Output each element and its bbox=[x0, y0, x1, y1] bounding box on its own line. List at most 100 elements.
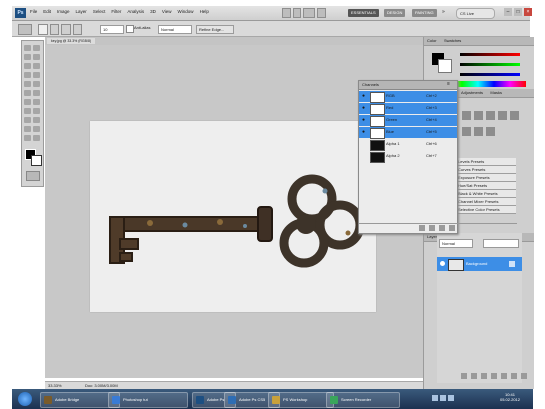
intersect-selection-icon[interactable] bbox=[72, 24, 82, 35]
tab-swatches[interactable]: Swatches bbox=[441, 38, 464, 43]
new-layer-icon[interactable] bbox=[511, 373, 517, 379]
blue-slider[interactable] bbox=[460, 73, 520, 76]
taskbar-item-browser[interactable]: Photoshop tut bbox=[108, 392, 188, 408]
visibility-eye-icon[interactable] bbox=[440, 261, 445, 266]
color-balance-icon[interactable] bbox=[474, 126, 483, 136]
channel-row-green[interactable]: ● Green Ctrl+4 bbox=[359, 115, 457, 127]
3d-rotate-tool-icon[interactable] bbox=[24, 126, 31, 132]
preset-item[interactable]: Curves Presets bbox=[456, 166, 516, 174]
load-selection-icon[interactable] bbox=[419, 225, 425, 231]
menu-filter[interactable]: Filter bbox=[111, 9, 121, 14]
visibility-eye-icon[interactable]: ● bbox=[362, 130, 367, 135]
preset-item[interactable]: Hue/Sat Presets bbox=[456, 182, 516, 190]
tab-masks[interactable]: Masks bbox=[487, 90, 505, 95]
channel-row-alpha-2[interactable]: Alpha 2 Ctrl+7 bbox=[359, 151, 457, 163]
channel-row-alpha-1[interactable]: Alpha 1 Ctrl+6 bbox=[359, 139, 457, 151]
new-channel-icon[interactable] bbox=[439, 225, 445, 231]
menu-layer[interactable]: Layer bbox=[76, 9, 87, 14]
path-selection-tool-icon[interactable] bbox=[24, 117, 31, 123]
mini-bridge-icon[interactable] bbox=[292, 8, 302, 18]
link-layers-icon[interactable] bbox=[461, 373, 467, 379]
brightness-contrast-icon[interactable] bbox=[462, 111, 471, 120]
trash-icon[interactable] bbox=[521, 373, 527, 379]
workspace-essentials-button[interactable]: ESSENTIALS bbox=[348, 9, 379, 17]
zoom-readout[interactable]: 33.33% bbox=[48, 383, 62, 388]
lasso-tool-icon[interactable] bbox=[24, 54, 31, 60]
preset-item[interactable]: Black & White Presets bbox=[456, 190, 516, 198]
history-brush-tool-icon[interactable] bbox=[33, 81, 40, 87]
menu-view[interactable]: View bbox=[162, 9, 172, 14]
visibility-eye-icon[interactable]: ● bbox=[362, 106, 367, 111]
zoom-tool-icon[interactable] bbox=[33, 135, 40, 141]
minimize-icon[interactable]: – bbox=[504, 8, 512, 16]
menu-image[interactable]: Image bbox=[57, 9, 70, 14]
new-group-icon[interactable] bbox=[501, 373, 507, 379]
quick-mask-icon[interactable] bbox=[26, 171, 40, 181]
blend-mode-select[interactable]: Normal bbox=[439, 239, 473, 248]
workspace-painting-button[interactable]: PAINTING bbox=[412, 9, 437, 17]
style-select[interactable]: Normal bbox=[158, 25, 192, 34]
black-white-icon[interactable] bbox=[486, 126, 495, 136]
subtract-selection-icon[interactable] bbox=[61, 24, 71, 35]
save-selection-icon[interactable] bbox=[429, 225, 435, 231]
dodge-tool-icon[interactable] bbox=[33, 99, 40, 105]
hand-tool-icon[interactable] bbox=[24, 135, 31, 141]
menu-3d[interactable]: 3D bbox=[150, 9, 156, 14]
menu-analysis[interactable]: Analysis bbox=[127, 9, 144, 14]
marquee-tool-icon[interactable] bbox=[33, 45, 40, 51]
channels-panel-header[interactable]: Channels ≡ bbox=[359, 81, 457, 90]
tab-color[interactable]: Color bbox=[424, 38, 440, 43]
maximize-icon[interactable]: □ bbox=[514, 8, 522, 16]
quick-selection-tool-icon[interactable] bbox=[33, 54, 40, 60]
layer-row-background[interactable]: Background bbox=[437, 257, 522, 271]
crop-tool-icon[interactable] bbox=[24, 63, 31, 69]
arrange-documents-icon[interactable] bbox=[317, 8, 327, 18]
workspace-more-icon[interactable]: » bbox=[442, 9, 448, 16]
channel-row-rgb[interactable]: ● RGB Ctrl+2 bbox=[359, 91, 457, 103]
channel-row-red[interactable]: ● Red Ctrl+3 bbox=[359, 103, 457, 115]
move-tool-icon[interactable] bbox=[24, 45, 31, 51]
clone-stamp-tool-icon[interactable] bbox=[24, 81, 31, 87]
workspace-design-button[interactable]: DESIGN bbox=[384, 9, 406, 17]
menu-edit[interactable]: Edit bbox=[43, 9, 51, 14]
feather-input[interactable]: 10 bbox=[100, 25, 124, 34]
taskbar-item-recorder[interactable]: Screen Recorder bbox=[326, 392, 400, 408]
healing-brush-tool-icon[interactable] bbox=[24, 72, 31, 78]
opacity-field[interactable] bbox=[483, 239, 519, 248]
visibility-eye-icon[interactable]: ● bbox=[362, 94, 367, 99]
clock[interactable]: 10:41 05.02.2012 bbox=[494, 392, 526, 402]
zoom-level-icon[interactable] bbox=[303, 8, 316, 18]
panel-menu-icon[interactable]: ≡ bbox=[447, 81, 450, 87]
eyedropper-tool-icon[interactable] bbox=[33, 63, 40, 69]
visibility-eye-icon[interactable]: ● bbox=[362, 118, 367, 123]
start-button-icon[interactable] bbox=[18, 392, 32, 406]
shape-tool-icon[interactable] bbox=[33, 117, 40, 123]
close-icon[interactable]: × bbox=[524, 8, 532, 16]
exposure-icon[interactable] bbox=[498, 111, 507, 120]
refine-edge-button[interactable]: Refine Edge... bbox=[196, 25, 234, 34]
vibrance-icon[interactable] bbox=[510, 111, 519, 120]
image-canvas[interactable] bbox=[90, 121, 376, 312]
add-mask-icon[interactable] bbox=[481, 373, 487, 379]
menu-file[interactable]: File bbox=[30, 9, 37, 14]
levels-icon[interactable] bbox=[474, 111, 483, 120]
preset-item[interactable]: Channel Mixer Presets bbox=[456, 198, 516, 206]
green-slider[interactable] bbox=[460, 63, 520, 66]
cs-live-button[interactable]: CS Live bbox=[456, 8, 495, 19]
new-selection-icon[interactable] bbox=[38, 24, 48, 35]
background-color-swatch[interactable] bbox=[31, 155, 42, 166]
red-slider[interactable] bbox=[460, 53, 520, 56]
network-icon[interactable] bbox=[432, 395, 438, 401]
menu-help[interactable]: Help bbox=[200, 9, 209, 14]
preset-item[interactable]: Levels Presets bbox=[456, 158, 516, 166]
brush-tool-icon[interactable] bbox=[33, 72, 40, 78]
trash-icon[interactable] bbox=[449, 225, 455, 231]
pen-tool-icon[interactable] bbox=[24, 108, 31, 114]
menu-select[interactable]: Select bbox=[93, 9, 106, 14]
color-panel-background-swatch[interactable] bbox=[438, 59, 452, 73]
anti-alias-checkbox[interactable] bbox=[126, 25, 134, 33]
channel-row-blue[interactable]: ● Blue Ctrl+5 bbox=[359, 127, 457, 139]
bridge-launch-icon[interactable] bbox=[282, 8, 291, 18]
add-to-selection-icon[interactable] bbox=[49, 24, 59, 35]
preset-item[interactable]: Selective Color Presets bbox=[456, 206, 516, 214]
